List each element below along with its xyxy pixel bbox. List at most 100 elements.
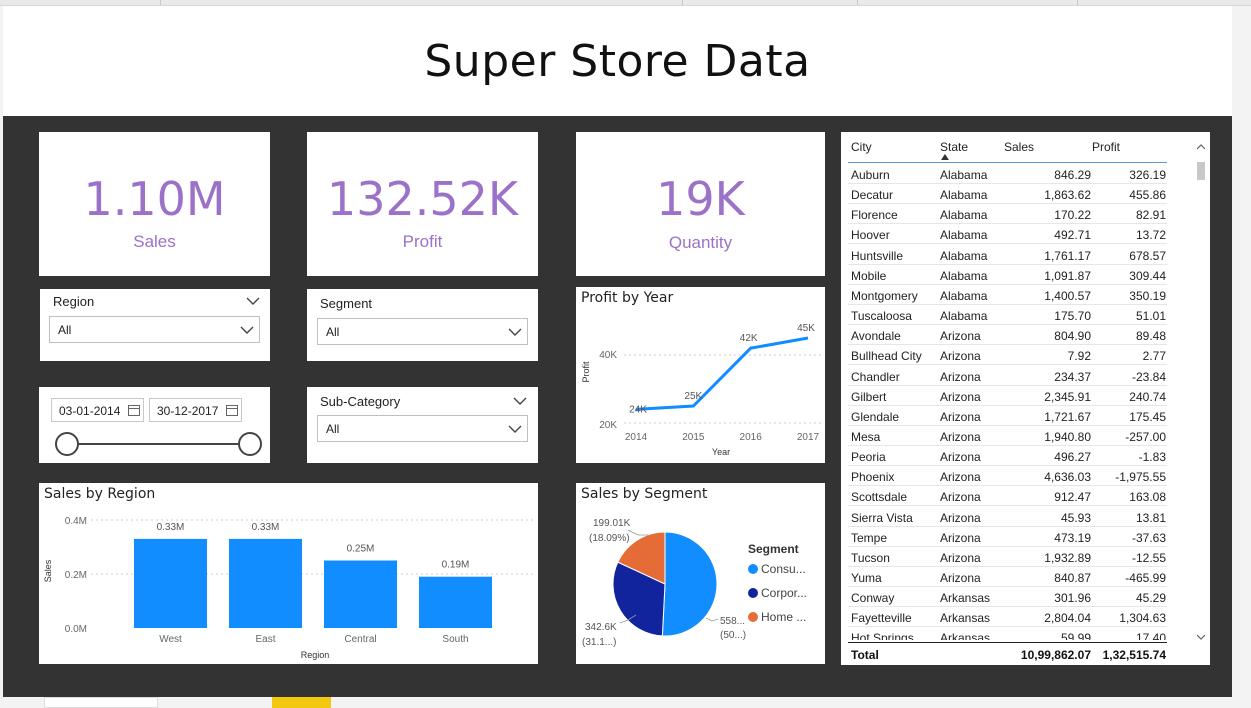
kpi-card-profit[interactable]: 132.52K Profit xyxy=(307,132,538,276)
cell-sales: 1,932.89 xyxy=(1044,550,1091,565)
cell-profit: 350.19 xyxy=(1129,288,1166,303)
bar-east[interactable] xyxy=(229,538,302,628)
sales-by-region-chart[interactable]: Sales by Region 0.4M 0.2M 0.0M Sales Reg… xyxy=(39,483,538,664)
table-row[interactable]: Chandler Arizona 234.37 -23.84 xyxy=(848,366,1167,386)
bar-central[interactable] xyxy=(324,560,397,629)
kpi-card-sales[interactable]: 1.10M Sales xyxy=(39,132,270,276)
subcategory-slicer: Sub-Category All xyxy=(307,387,538,463)
cell-sales: 473.19 xyxy=(1054,530,1091,545)
column-header-profit[interactable]: Profit xyxy=(1092,140,1120,154)
cell-sales: 4,636.03 xyxy=(1044,470,1091,485)
data-label: 24K xyxy=(629,404,647,415)
table-row[interactable]: Tuscaloosa Alabama 175.70 51.01 xyxy=(848,305,1167,326)
cell-state: Alabama xyxy=(940,268,988,283)
segment-pie-plot: 199.01K (18.09%) 342.6K (31.1...) 558...… xyxy=(582,518,807,648)
cell-sales: 1,863.62 xyxy=(1044,188,1091,203)
x-tick-label: South xyxy=(442,634,468,645)
subcategory-dropdown[interactable]: All xyxy=(317,415,528,442)
table-row[interactable]: Fayetteville Arkansas 2,804.04 1,304.63 xyxy=(848,607,1167,628)
cell-profit: 240.74 xyxy=(1129,389,1166,404)
table-row[interactable]: Conway Arkansas 301.96 45.29 xyxy=(848,587,1167,608)
bar-south[interactable] xyxy=(419,576,492,628)
cell-sales: 1,940.80 xyxy=(1044,429,1091,444)
scroll-up-icon[interactable] xyxy=(1197,144,1205,150)
report-title: Super Store Data xyxy=(424,36,811,87)
cell-state: Arizona xyxy=(940,530,981,545)
table-row[interactable]: Avondale Arizona 804.90 89.48 xyxy=(848,325,1167,346)
table-row[interactable]: Mesa Arizona 1,940.80 -257.00 xyxy=(848,426,1167,446)
table-row[interactable]: Florence Alabama 170.22 82.91 xyxy=(848,204,1167,225)
city-sales-table[interactable]: City State Sales Profit Auburn Alabama 846… xyxy=(841,132,1210,665)
table-row[interactable]: Hoover Alabama 492.71 13.72 xyxy=(848,224,1167,245)
table-row[interactable]: Sierra Vista Arizona 45.93 13.81 xyxy=(848,507,1167,527)
x-tick-label: 2015 xyxy=(682,432,705,443)
table-row[interactable]: Gilbert Arizona 2,345.91 240.74 xyxy=(848,386,1167,406)
cell-state: Arizona xyxy=(940,510,981,525)
page-tabs-bar xyxy=(0,697,1251,708)
chevron-down-icon xyxy=(508,328,522,336)
cell-state: Arizona xyxy=(940,389,981,404)
region-slicer-label: Region xyxy=(53,294,95,309)
bar-west[interactable] xyxy=(134,538,207,628)
table-row[interactable]: Decatur Alabama 1,863.62 455.86 xyxy=(848,184,1167,205)
profit-by-year-chart[interactable]: Profit by Year 40K 20K Profit Year 2014 … xyxy=(576,287,825,463)
table-row[interactable]: Bullhead City Arizona 7.92 2.77 xyxy=(848,345,1167,366)
calendar-icon[interactable] xyxy=(128,405,140,416)
cell-city: Decatur xyxy=(851,188,894,203)
profit-series-line xyxy=(635,336,809,411)
total-label: Total xyxy=(851,648,879,662)
data-label: 0.25M xyxy=(347,544,375,555)
table-row[interactable]: Tucson Arizona 1,932.89 -12.55 xyxy=(848,547,1167,567)
calendar-icon[interactable] xyxy=(226,405,238,416)
scrollbar-thumb[interactable] xyxy=(1197,162,1205,180)
table-row[interactable]: Scottsdale Arizona 912.47 163.08 xyxy=(848,486,1167,507)
page-tab-new[interactable] xyxy=(272,697,331,708)
cell-profit: 2.77 xyxy=(1142,349,1166,364)
table-row[interactable]: Tempe Arizona 473.19 -37.63 xyxy=(848,527,1167,547)
cell-city: Yuma xyxy=(851,571,882,585)
region-dropdown[interactable]: All xyxy=(49,316,260,343)
cell-sales: 496.27 xyxy=(1054,450,1091,465)
table-row[interactable]: Peoria Arizona 496.27 -1.83 xyxy=(848,446,1167,467)
region-slicer: Region All xyxy=(40,289,270,361)
table-row[interactable]: Auburn Alabama 846.29 326.19 xyxy=(848,164,1167,184)
chevron-down-icon[interactable] xyxy=(246,296,260,306)
cell-sales: 7.92 xyxy=(1067,349,1091,364)
chevron-down-icon[interactable] xyxy=(513,396,527,406)
table-row[interactable]: Mobile Alabama 1,091.87 309.44 xyxy=(848,265,1167,285)
cell-profit: 175.45 xyxy=(1129,409,1166,424)
cell-city: Scottsdale xyxy=(851,490,908,505)
segment-dropdown[interactable]: All xyxy=(317,318,528,345)
kpi-card-quantity[interactable]: 19K Quantity xyxy=(576,132,825,276)
cell-sales: 804.90 xyxy=(1054,329,1091,344)
kpi-sales-value: 1.10M xyxy=(83,172,226,226)
table-row[interactable]: Hot Springs Arkansas 59.99 17.40 xyxy=(848,627,1167,640)
data-label: 25K xyxy=(684,391,702,402)
cell-profit: 89.48 xyxy=(1135,329,1166,344)
cell-state: Arizona xyxy=(940,409,981,424)
date-range-end-handle[interactable] xyxy=(238,432,262,456)
page-tab[interactable] xyxy=(44,697,158,708)
cell-sales: 301.96 xyxy=(1054,591,1091,606)
y-tick-label: 0.0M xyxy=(65,624,87,635)
table-row[interactable]: Huntsville Alabama 1,761.17 678.57 xyxy=(848,245,1167,265)
end-date-input[interactable]: 30-12-2017 xyxy=(149,398,242,422)
cell-state: Arizona xyxy=(940,429,981,444)
table-scrollbar[interactable] xyxy=(1196,138,1206,644)
column-header-state[interactable]: State xyxy=(940,140,968,154)
table-row[interactable]: Montgomery Alabama 1,400.57 350.19 xyxy=(848,285,1167,305)
table-row[interactable]: Yuma Arizona 840.87 -465.99 xyxy=(848,567,1167,587)
cell-city: Hoover xyxy=(851,228,890,243)
column-header-sales[interactable]: Sales xyxy=(1004,140,1034,154)
table-row[interactable]: Glendale Arizona 1,721.67 175.45 xyxy=(848,406,1167,426)
pie-slice-consumer[interactable] xyxy=(661,531,718,637)
y-tick-label: 0.4M xyxy=(65,516,87,527)
start-date-input[interactable]: 03-01-2014 xyxy=(51,398,144,422)
cell-city: Hot Springs xyxy=(851,631,914,640)
cell-sales: 1,091.87 xyxy=(1044,268,1091,283)
sales-by-segment-chart[interactable]: Sales by Segment 199.01K (18.09%) 342.6K… xyxy=(576,483,825,664)
table-row[interactable]: Phoenix Arizona 4,636.03 -1,975.55 xyxy=(848,466,1167,487)
date-range-start-handle[interactable] xyxy=(55,432,79,456)
column-header-city[interactable]: City xyxy=(851,140,872,154)
scroll-down-icon[interactable] xyxy=(1197,634,1205,640)
